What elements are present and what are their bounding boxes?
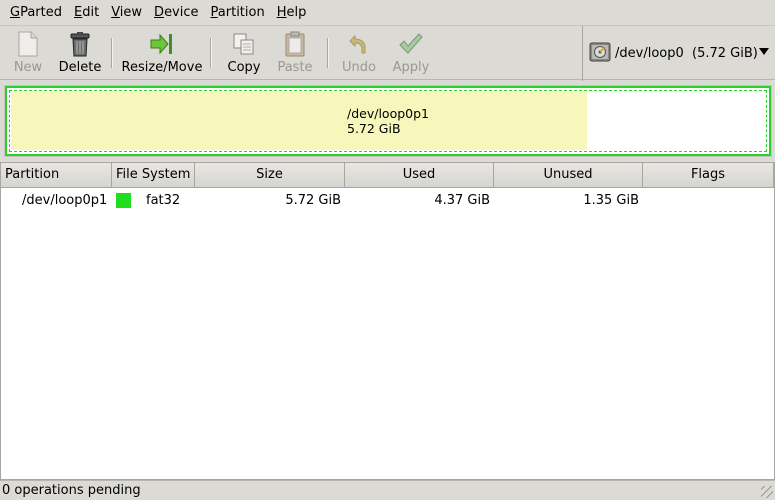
menu-partition[interactable]: Partition <box>205 0 271 25</box>
menu-help[interactable]: Help <box>271 0 313 25</box>
undo-arrow-icon <box>345 30 373 58</box>
partition-table: Partition File System Size Used Unused F… <box>0 162 775 480</box>
partition-used-area <box>11 92 587 150</box>
dropdown-arrow-icon[interactable] <box>759 48 769 55</box>
resize-grip-icon[interactable] <box>761 486 773 498</box>
copy-button[interactable]: Copy <box>226 30 262 78</box>
copy-icon <box>230 30 258 58</box>
status-text: 0 operations pending <box>2 483 141 498</box>
device-size: (5.72 GiB) <box>692 46 758 61</box>
column-header-flags[interactable]: Flags <box>643 163 774 188</box>
resize-move-button[interactable]: Resize/Move <box>122 30 202 78</box>
cell-partition: /dev/loop0p1 <box>22 193 108 208</box>
table-row[interactable]: /dev/loop0p1 fat32 5.72 GiB 4.37 GiB 1.3… <box>1 189 774 211</box>
resize-arrow-icon <box>148 30 176 58</box>
device-name: /dev/loop0 <box>615 46 684 61</box>
paste-button[interactable]: Paste <box>276 30 314 78</box>
menu-device[interactable]: Device <box>148 0 204 25</box>
menu-view[interactable]: View <box>105 0 148 25</box>
apply-button[interactable]: Apply <box>392 30 430 78</box>
partition-map-label: /dev/loop0p1 5.72 GiB <box>347 106 429 136</box>
filesystem-color-swatch <box>116 193 131 208</box>
cell-filesystem: fat32 <box>146 193 181 208</box>
new-button[interactable]: New <box>10 30 46 78</box>
partition-map-area: /dev/loop0p1 5.72 GiB <box>0 81 775 161</box>
trash-icon <box>66 30 94 58</box>
new-document-icon <box>14 30 42 58</box>
partition-map-name: /dev/loop0p1 <box>347 106 429 121</box>
checkmark-icon <box>397 30 425 58</box>
toolbar: New Delete Resize/Move Copy Paste Undo A… <box>0 25 775 81</box>
toolbar-separator <box>111 38 113 68</box>
cell-unused: 1.35 GiB <box>583 193 639 208</box>
column-header-used[interactable]: Used <box>345 163 494 188</box>
partition-map[interactable]: /dev/loop0p1 5.72 GiB <box>4 85 772 157</box>
menu-gparted[interactable]: GParted <box>4 0 68 25</box>
column-header-unused[interactable]: Unused <box>494 163 643 188</box>
delete-button[interactable]: Delete <box>58 30 102 78</box>
column-header-filesystem[interactable]: File System <box>112 163 195 188</box>
device-selector[interactable]: /dev/loop0 (5.72 GiB) <box>582 26 775 81</box>
menu-edit[interactable]: Edit <box>68 0 105 25</box>
undo-button[interactable]: Undo <box>341 30 377 78</box>
column-header-size[interactable]: Size <box>195 163 345 188</box>
clipboard-icon <box>281 30 309 58</box>
column-header-partition[interactable]: Partition <box>1 163 112 188</box>
cell-used: 4.37 GiB <box>434 193 490 208</box>
toolbar-separator <box>327 38 329 68</box>
status-bar: 0 operations pending <box>0 480 775 500</box>
menu-bar: GParted Edit View Device Partition Help <box>0 0 775 25</box>
toolbar-separator <box>210 38 212 68</box>
harddisk-icon <box>589 41 611 67</box>
table-header: Partition File System Size Used Unused F… <box>1 163 774 188</box>
cell-size: 5.72 GiB <box>285 193 341 208</box>
partition-map-size: 5.72 GiB <box>347 121 401 136</box>
